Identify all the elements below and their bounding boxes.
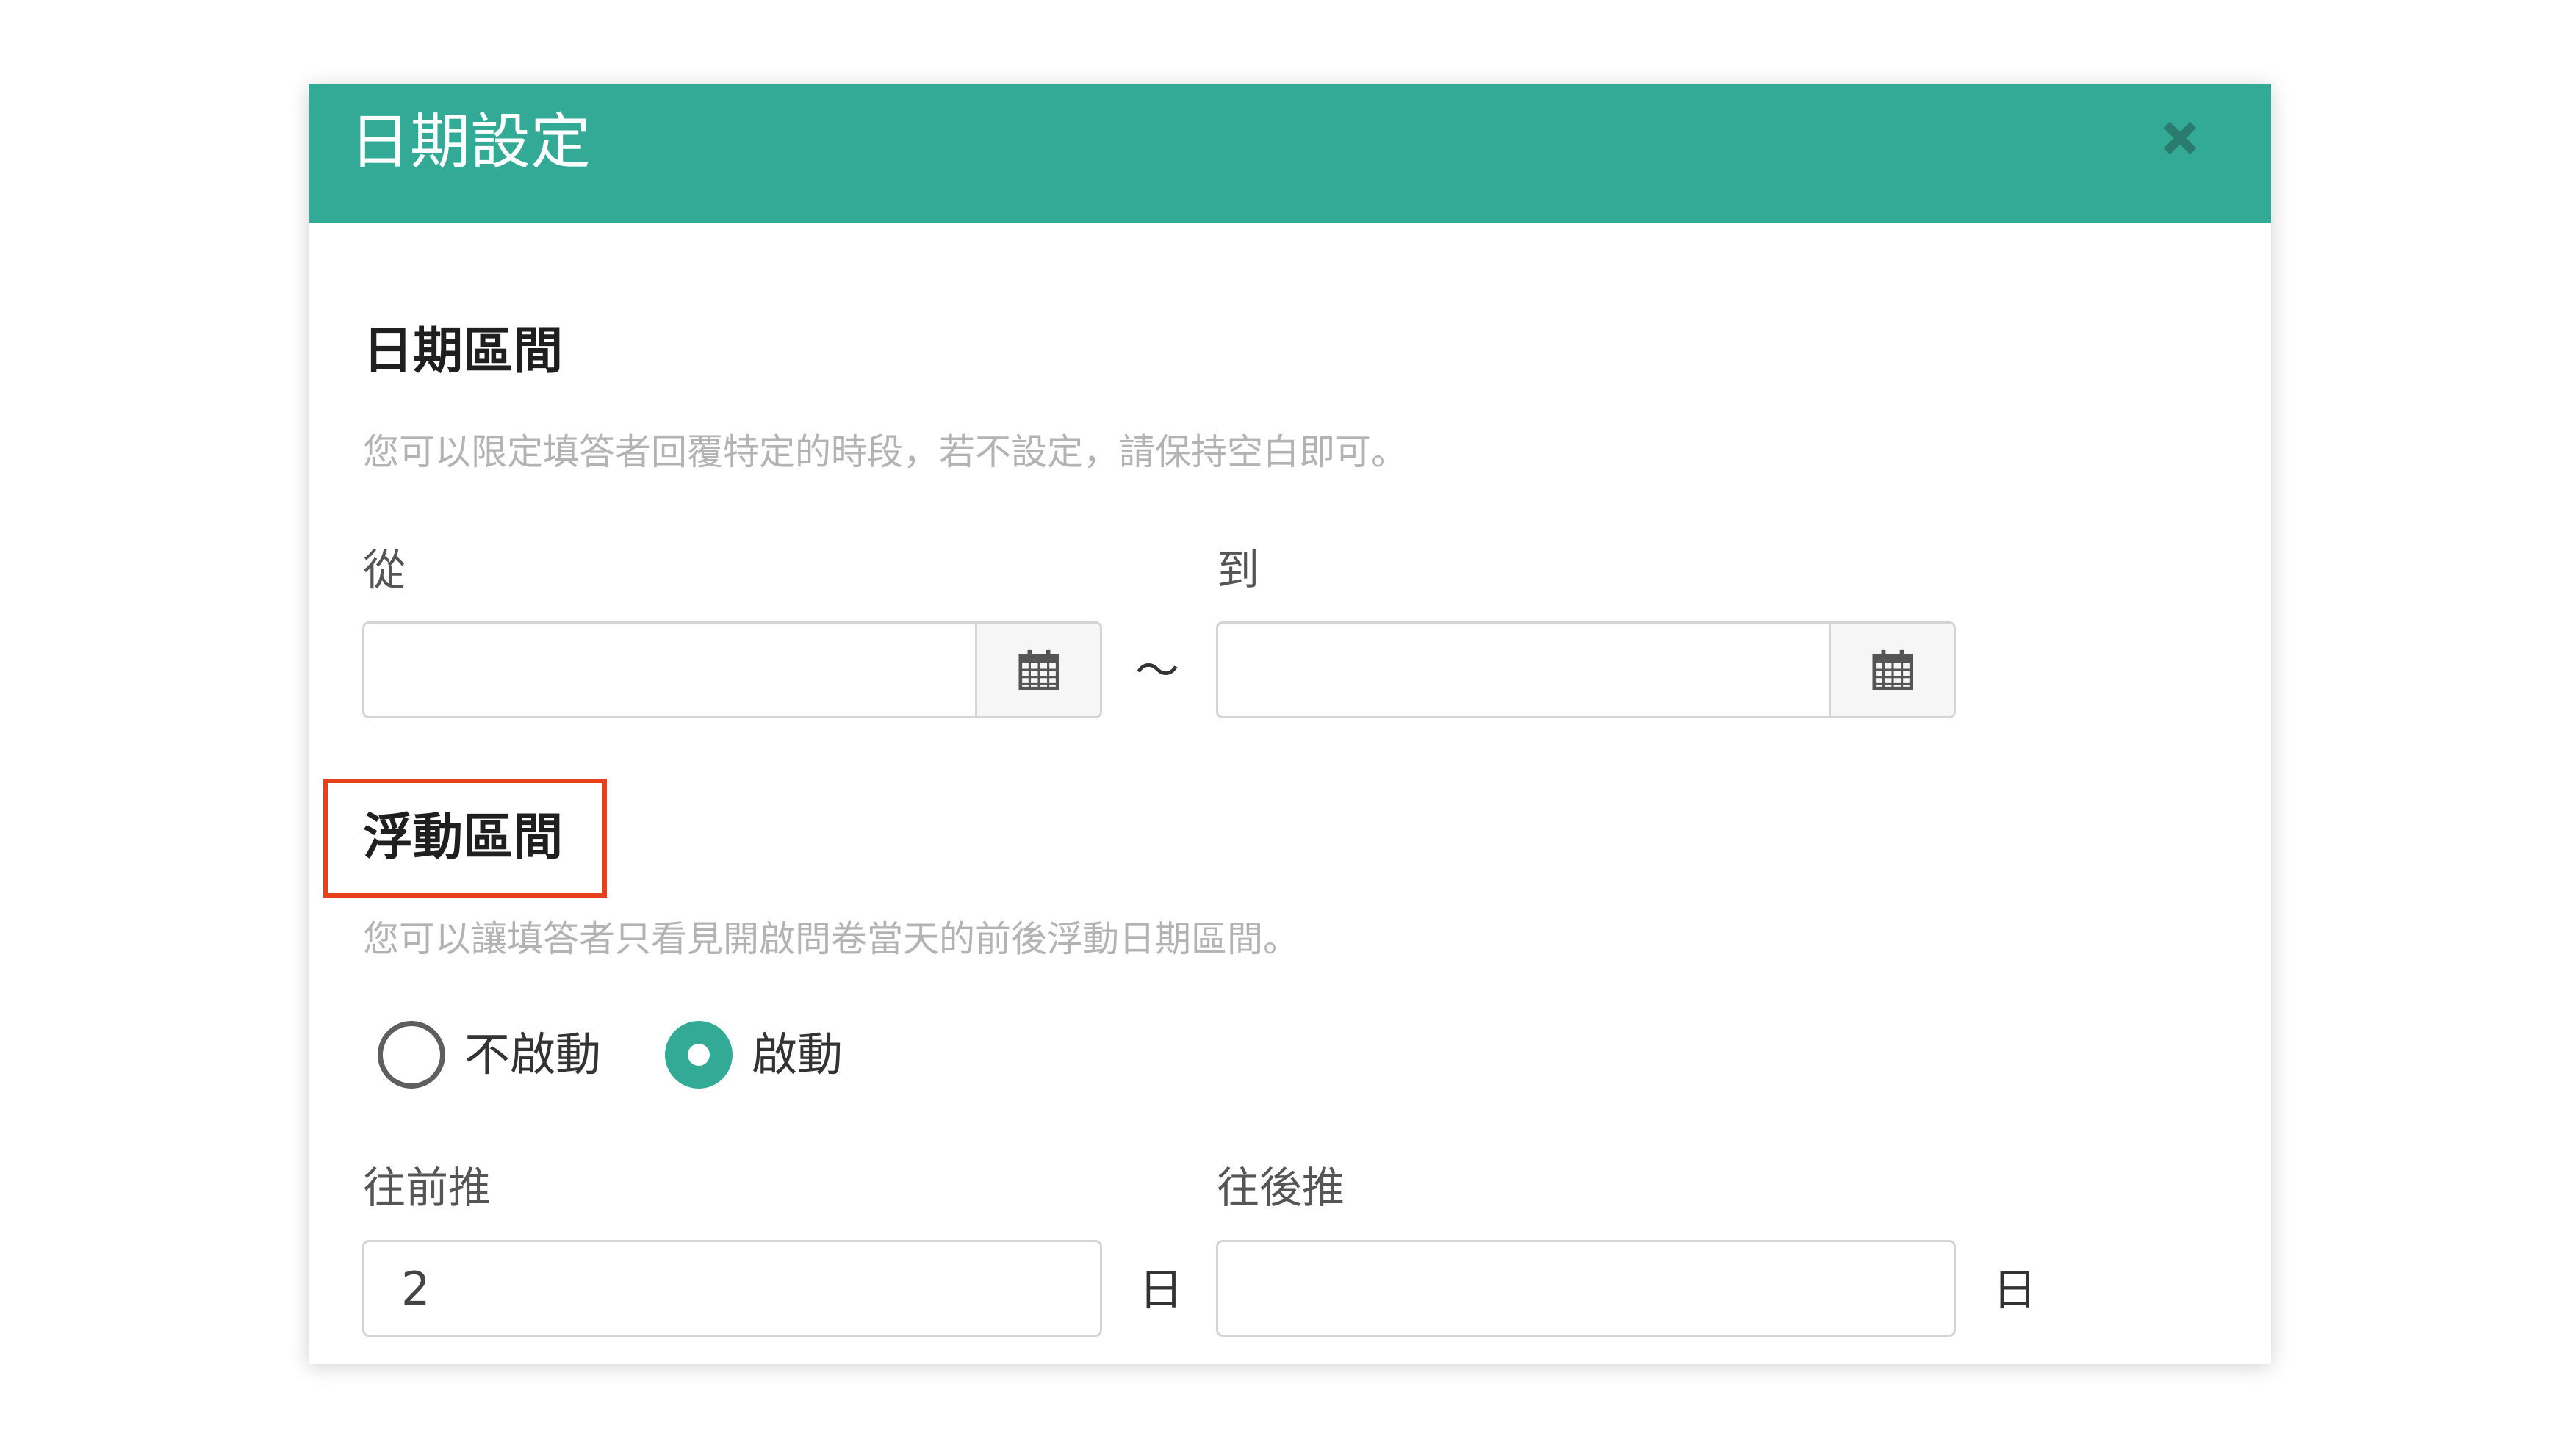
radio-disabled-label: 不啟動	[464, 1028, 602, 1081]
radio-disabled-option[interactable]: 不啟動	[378, 1021, 601, 1089]
calendar-icon	[1871, 649, 1913, 690]
to-label: 到	[1217, 545, 1260, 595]
screen: 日期設定 日期區間 您可以限定填答者回覆特定的時段，若不設定，請保持空白即可。 …	[0, 0, 2576, 1447]
after-days-group	[1216, 1240, 1956, 1337]
from-date-input[interactable]	[364, 624, 977, 716]
radio-disabled[interactable]	[378, 1021, 445, 1089]
to-date-input[interactable]	[1218, 624, 1831, 716]
radio-enabled[interactable]	[665, 1021, 733, 1089]
before-label: 往前推	[363, 1163, 492, 1213]
calendar-icon	[1018, 649, 1059, 690]
after-unit: 日	[1993, 1265, 2037, 1316]
before-unit: 日	[1139, 1265, 1183, 1316]
before-days-group	[362, 1240, 1102, 1337]
highlight-box	[323, 779, 607, 898]
after-days-input[interactable]	[1218, 1242, 1954, 1335]
radio-enabled-option[interactable]: 啟動	[665, 1021, 843, 1089]
date-range-title: 日期區間	[363, 322, 564, 380]
range-separator: ～	[1135, 646, 1179, 697]
close-icon	[2163, 121, 2197, 155]
date-settings-dialog: 日期設定 日期區間 您可以限定填答者回覆特定的時段，若不設定，請保持空白即可。 …	[309, 84, 2271, 1364]
radio-enabled-label: 啟動	[752, 1028, 843, 1081]
from-date-group	[362, 621, 1102, 718]
to-calendar-button[interactable]	[1829, 624, 1954, 716]
from-label: 從	[363, 545, 406, 595]
after-label: 往後推	[1217, 1163, 1345, 1213]
date-range-hint: 您可以限定填答者回覆特定的時段，若不設定，請保持空白即可。	[363, 431, 1408, 473]
before-days-input[interactable]	[364, 1242, 1100, 1335]
dialog-title: 日期設定	[350, 107, 591, 177]
dialog-header: 日期設定	[309, 84, 2271, 223]
from-calendar-button[interactable]	[975, 624, 1100, 716]
close-button[interactable]	[2151, 109, 2209, 167]
floating-range-hint: 您可以讓填答者只看見開啟問卷當天的前後浮動日期區間。	[363, 918, 1300, 960]
to-date-group	[1216, 621, 1956, 718]
